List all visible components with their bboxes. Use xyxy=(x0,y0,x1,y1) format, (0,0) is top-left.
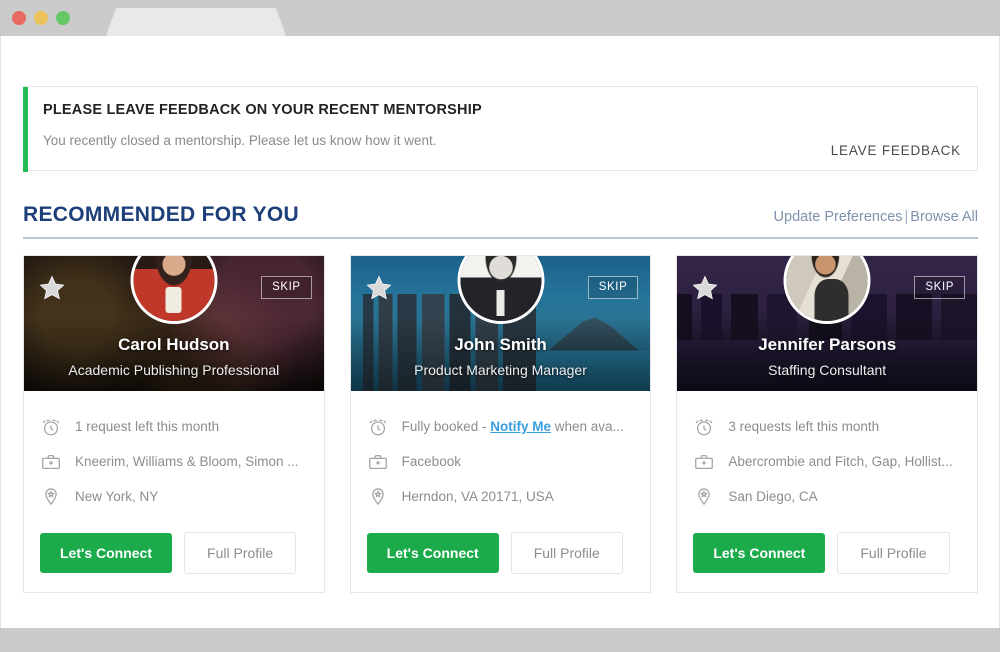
avatar[interactable] xyxy=(457,256,544,324)
location-row: Herndon, VA 20171, USA xyxy=(367,479,635,514)
mentor-role: Staffing Consultant xyxy=(768,362,887,378)
traffic-lights xyxy=(12,11,70,25)
section-links: Update Preferences | Browse All xyxy=(774,209,978,225)
skip-button[interactable]: SKIP xyxy=(914,276,966,299)
alarm-clock-icon xyxy=(42,419,60,435)
close-window-button[interactable] xyxy=(12,11,26,25)
star-icon[interactable] xyxy=(38,274,66,302)
card-actions: Let's Connect Full Profile xyxy=(677,518,977,592)
mentor-card: SKIP Jennifer Parsons Staffing Consultan… xyxy=(676,255,979,593)
banner-title: PLEASE LEAVE FEEDBACK ON YOUR RECENT MEN… xyxy=(43,102,482,118)
location-pin-icon xyxy=(698,487,711,505)
mentor-card: SKIP John Smith Product Marketing Manage… xyxy=(349,255,652,593)
lets-connect-button[interactable]: Let's Connect xyxy=(40,533,173,573)
avatar-photo xyxy=(786,256,868,321)
browser-window: PLEASE LEAVE FEEDBACK ON YOUR RECENT MEN… xyxy=(0,0,1000,652)
update-preferences-link[interactable]: Update Preferences xyxy=(774,209,903,225)
card-hero: SKIP John Smith Product Marketing Manage… xyxy=(350,256,651,391)
location-row: San Diego, CA xyxy=(693,479,961,514)
avatar[interactable] xyxy=(130,256,218,324)
location-text: Herndon, VA 20171, USA xyxy=(401,489,554,504)
card-hero: SKIP Jennifer Parsons Staffing Consultan… xyxy=(677,256,978,391)
page-content: PLEASE LEAVE FEEDBACK ON YOUR RECENT MEN… xyxy=(0,36,1000,628)
location-pin-icon xyxy=(45,487,57,505)
briefcase-icon xyxy=(42,454,60,469)
mentor-name: Carol Hudson xyxy=(118,335,230,354)
availability-row: 3 requests left this month xyxy=(693,409,961,444)
feedback-banner: PLEASE LEAVE FEEDBACK ON YOUR RECENT MEN… xyxy=(23,86,978,172)
availability-text: 3 requests left this month xyxy=(728,419,880,434)
card-details: 1 request left this month Kneerim, Willi… xyxy=(24,391,324,518)
location-text: New York, NY xyxy=(75,489,159,504)
company-row: Kneerim, Williams & Bloom, Simon ... xyxy=(40,444,308,479)
mentor-name: John Smith xyxy=(454,335,547,354)
card-details: 3 requests left this month Abercrombie a… xyxy=(677,391,977,518)
lets-connect-button[interactable]: Let's Connect xyxy=(366,533,499,573)
availability-suffix: when ava... xyxy=(550,419,624,434)
card-details: Fully booked - Notify Me when ava... Fac… xyxy=(351,391,651,518)
avatar-photo xyxy=(133,256,215,321)
browser-chrome-bar xyxy=(0,0,1000,36)
card-actions: Let's Connect Full Profile xyxy=(351,518,651,592)
briefcase-icon xyxy=(368,454,387,469)
star-icon[interactable] xyxy=(365,274,393,302)
skip-button[interactable]: SKIP xyxy=(587,276,639,299)
full-profile-button[interactable]: Full Profile xyxy=(837,532,950,574)
full-profile-button[interactable]: Full Profile xyxy=(184,532,297,574)
company-text: Facebook xyxy=(401,454,461,469)
company-row: Facebook xyxy=(367,444,635,479)
alarm-clock-icon xyxy=(695,419,713,435)
banner-accent-bar xyxy=(23,87,28,172)
notify-me-link[interactable]: Notify Me xyxy=(490,419,551,434)
card-actions: Let's Connect Full Profile xyxy=(24,518,324,592)
mentor-card: SKIP Carol Hudson Academic Publishing Pr… xyxy=(23,255,325,593)
avatar-photo xyxy=(460,256,541,321)
browser-tab[interactable] xyxy=(106,8,286,36)
mentor-role: Academic Publishing Professional xyxy=(68,362,280,378)
location-row: New York, NY xyxy=(40,479,308,514)
window-bottom-bar xyxy=(0,628,1000,652)
location-pin-icon xyxy=(371,487,384,505)
availability-text: 1 request left this month xyxy=(75,419,220,434)
lets-connect-button[interactable]: Let's Connect xyxy=(693,533,826,573)
maximize-window-button[interactable] xyxy=(56,11,70,25)
company-text: Abercrombie and Fitch, Gap, Hollist... xyxy=(728,454,953,469)
availability-text: Fully booked - Notify Me when ava... xyxy=(402,419,624,434)
location-text: San Diego, CA xyxy=(728,489,818,504)
alarm-clock-icon xyxy=(369,419,387,435)
mentor-role: Product Marketing Manager xyxy=(414,362,587,378)
card-hero: SKIP Carol Hudson Academic Publishing Pr… xyxy=(24,256,324,391)
skip-button[interactable]: SKIP xyxy=(261,276,312,299)
availability-prefix: Fully booked - xyxy=(401,419,491,434)
avatar[interactable] xyxy=(783,256,871,324)
page-title: RECOMMENDED FOR YOU xyxy=(23,203,299,226)
recommended-section-header: RECOMMENDED FOR YOU Update Preferences | B… xyxy=(23,201,978,239)
availability-row: 1 request left this month xyxy=(40,409,308,444)
recommendation-cards: SKIP Carol Hudson Academic Publishing Pr… xyxy=(23,255,979,593)
star-icon[interactable] xyxy=(691,274,719,302)
leave-feedback-button[interactable]: LEAVE FEEDBACK xyxy=(831,143,961,158)
availability-row: Fully booked - Notify Me when ava... xyxy=(367,409,635,444)
mentor-name: Jennifer Parsons xyxy=(758,335,897,354)
browse-all-link[interactable]: Browse All xyxy=(910,209,978,225)
company-text: Kneerim, Williams & Bloom, Simon ... xyxy=(75,454,299,469)
full-profile-button[interactable]: Full Profile xyxy=(510,532,623,574)
banner-subtitle: You recently closed a mentorship. Please… xyxy=(43,133,437,148)
minimize-window-button[interactable] xyxy=(34,11,48,25)
briefcase-icon xyxy=(695,454,714,469)
company-row: Abercrombie and Fitch, Gap, Hollist... xyxy=(693,444,961,479)
